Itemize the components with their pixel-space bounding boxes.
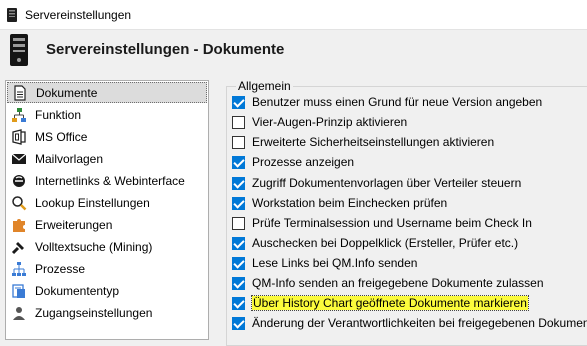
sidebar-item-label: Prozesse	[35, 261, 86, 276]
window-title: Servereinstellungen	[25, 8, 132, 22]
sidebar-item-internetlinks[interactable]: Internetlinks & Webinterface	[7, 170, 207, 191]
sidebar-item-label: Lookup Einstellungen	[35, 195, 150, 210]
sidebar-item-dokumente[interactable]: Dokumente	[7, 82, 207, 103]
puzzle-icon	[13, 218, 25, 232]
option-terminalsession[interactable]: Prüfe Terminalsession und Username beim …	[232, 214, 532, 232]
settings-category-list[interactable]: Dokumente Funktion MS Office Mailvorlage…	[5, 80, 209, 340]
sidebar-item-dokumententyp[interactable]: Dokumententyp	[7, 280, 207, 301]
option-history-chart[interactable]: Über History Chart geöffnete Dokumente m…	[232, 294, 529, 312]
checkbox[interactable]	[232, 155, 245, 169]
hierarchy-icon	[12, 107, 26, 122]
process-icon	[12, 261, 26, 276]
option-label: Änderung der Verantwortlichkeiten bei fr…	[252, 316, 587, 330]
sidebar-item-zugangseinstellungen[interactable]: Zugangseinstellungen	[7, 302, 207, 323]
checkbox[interactable]	[232, 196, 245, 210]
document-icon	[14, 84, 26, 101]
option-vier-augen-prinzip[interactable]: Vier-Augen-Prinzip aktivieren	[232, 113, 407, 131]
option-workstation-pruefen[interactable]: Workstation beim Einchecken prüfen	[232, 194, 447, 212]
option-grund-neue-version[interactable]: Benutzer muss einen Grund für neue Versi…	[232, 93, 542, 111]
option-auschecken-doppelklick[interactable]: Auschecken bei Doppelklick (Ersteller, P…	[232, 234, 518, 252]
sidebar-item-label: Funktion	[35, 107, 82, 122]
page-header: Servereinstellungen - Dokumente	[0, 30, 587, 74]
checkbox[interactable]	[232, 276, 245, 290]
sidebar-item-volltextsuche[interactable]: Volltextsuche (Mining)	[7, 236, 207, 257]
group-legend: Allgemein	[236, 79, 293, 93]
checkbox[interactable]	[232, 296, 245, 310]
option-label: Zugriff Dokumentenvorlagen über Verteile…	[252, 176, 522, 190]
server-app-icon	[7, 8, 17, 22]
option-prozesse-anzeigen[interactable]: Prozesse anzeigen	[232, 153, 354, 171]
sidebar-item-label: Zugangseinstellungen	[35, 305, 153, 320]
option-verantwortlichkeiten[interactable]: Änderung der Verantwortlichkeiten bei fr…	[232, 314, 587, 332]
checkbox[interactable]	[232, 95, 245, 109]
title-bar: Servereinstellungen	[0, 0, 587, 30]
sidebar-item-prozesse[interactable]: Prozesse	[7, 258, 207, 279]
sidebar-item-label: Mailvorlagen	[35, 151, 104, 166]
option-lese-links[interactable]: Lese Links bei QM.Info senden	[232, 254, 417, 272]
search-icon	[11, 241, 24, 254]
sidebar-item-mailvorlagen[interactable]: Mailvorlagen	[7, 148, 207, 169]
sidebar-item-ms-office[interactable]: MS Office	[7, 126, 207, 147]
lookup-icon	[12, 195, 27, 210]
sidebar-item-lookup[interactable]: Lookup Einstellungen	[7, 192, 207, 213]
option-label: Über History Chart geöffnete Dokumente m…	[251, 295, 529, 311]
option-label: Benutzer muss einen Grund für neue Versi…	[252, 95, 543, 109]
checkbox[interactable]	[232, 216, 245, 230]
office-icon	[12, 128, 26, 145]
option-label: Prüfe Terminalsession und Username beim …	[252, 216, 532, 230]
sidebar-item-erweiterungen[interactable]: Erweiterungen	[7, 214, 207, 235]
option-label: Vier-Augen-Prinzip aktivieren	[252, 115, 408, 129]
option-zugriff-vorlagen[interactable]: Zugriff Dokumentenvorlagen über Verteile…	[232, 174, 521, 192]
sidebar-item-label: Dokumententyp	[35, 283, 120, 298]
mail-icon	[11, 153, 27, 164]
option-label: Lese Links bei QM.Info senden	[252, 256, 418, 270]
sidebar-item-label: Erweiterungen	[35, 217, 113, 232]
page-title: Servereinstellungen - Dokumente	[46, 41, 285, 58]
option-label: Auschecken bei Doppelklick (Ersteller, P…	[252, 236, 519, 250]
checkbox[interactable]	[232, 176, 245, 190]
sidebar-item-label: Dokumente	[36, 85, 98, 100]
sidebar-item-label: Volltextsuche (Mining)	[35, 239, 153, 254]
server-icon	[10, 34, 28, 66]
sidebar-item-label: MS Office	[35, 129, 88, 144]
sidebar-item-label: Internetlinks & Webinterface	[35, 173, 185, 188]
checkbox[interactable]	[232, 316, 245, 330]
option-label: Prozesse anzeigen	[252, 155, 355, 169]
internet-icon	[13, 174, 25, 187]
option-qm-info-senden[interactable]: QM-Info senden an freigegebene Dokumente…	[232, 274, 544, 292]
option-label: Erweiterte Sicherheitseinstellungen akti…	[252, 135, 495, 149]
option-label: QM-Info senden an freigegebene Dokumente…	[252, 276, 544, 290]
checkbox[interactable]	[232, 135, 245, 149]
doctype-icon	[12, 283, 25, 298]
checkbox[interactable]	[232, 115, 245, 129]
checkbox[interactable]	[232, 236, 245, 250]
checkbox[interactable]	[232, 256, 245, 270]
option-label: Workstation beim Einchecken prüfen	[252, 196, 448, 210]
option-erweiterte-sicherheit[interactable]: Erweiterte Sicherheitseinstellungen akti…	[232, 133, 494, 151]
access-icon	[13, 306, 25, 320]
sidebar-item-funktion[interactable]: Funktion	[7, 104, 207, 125]
